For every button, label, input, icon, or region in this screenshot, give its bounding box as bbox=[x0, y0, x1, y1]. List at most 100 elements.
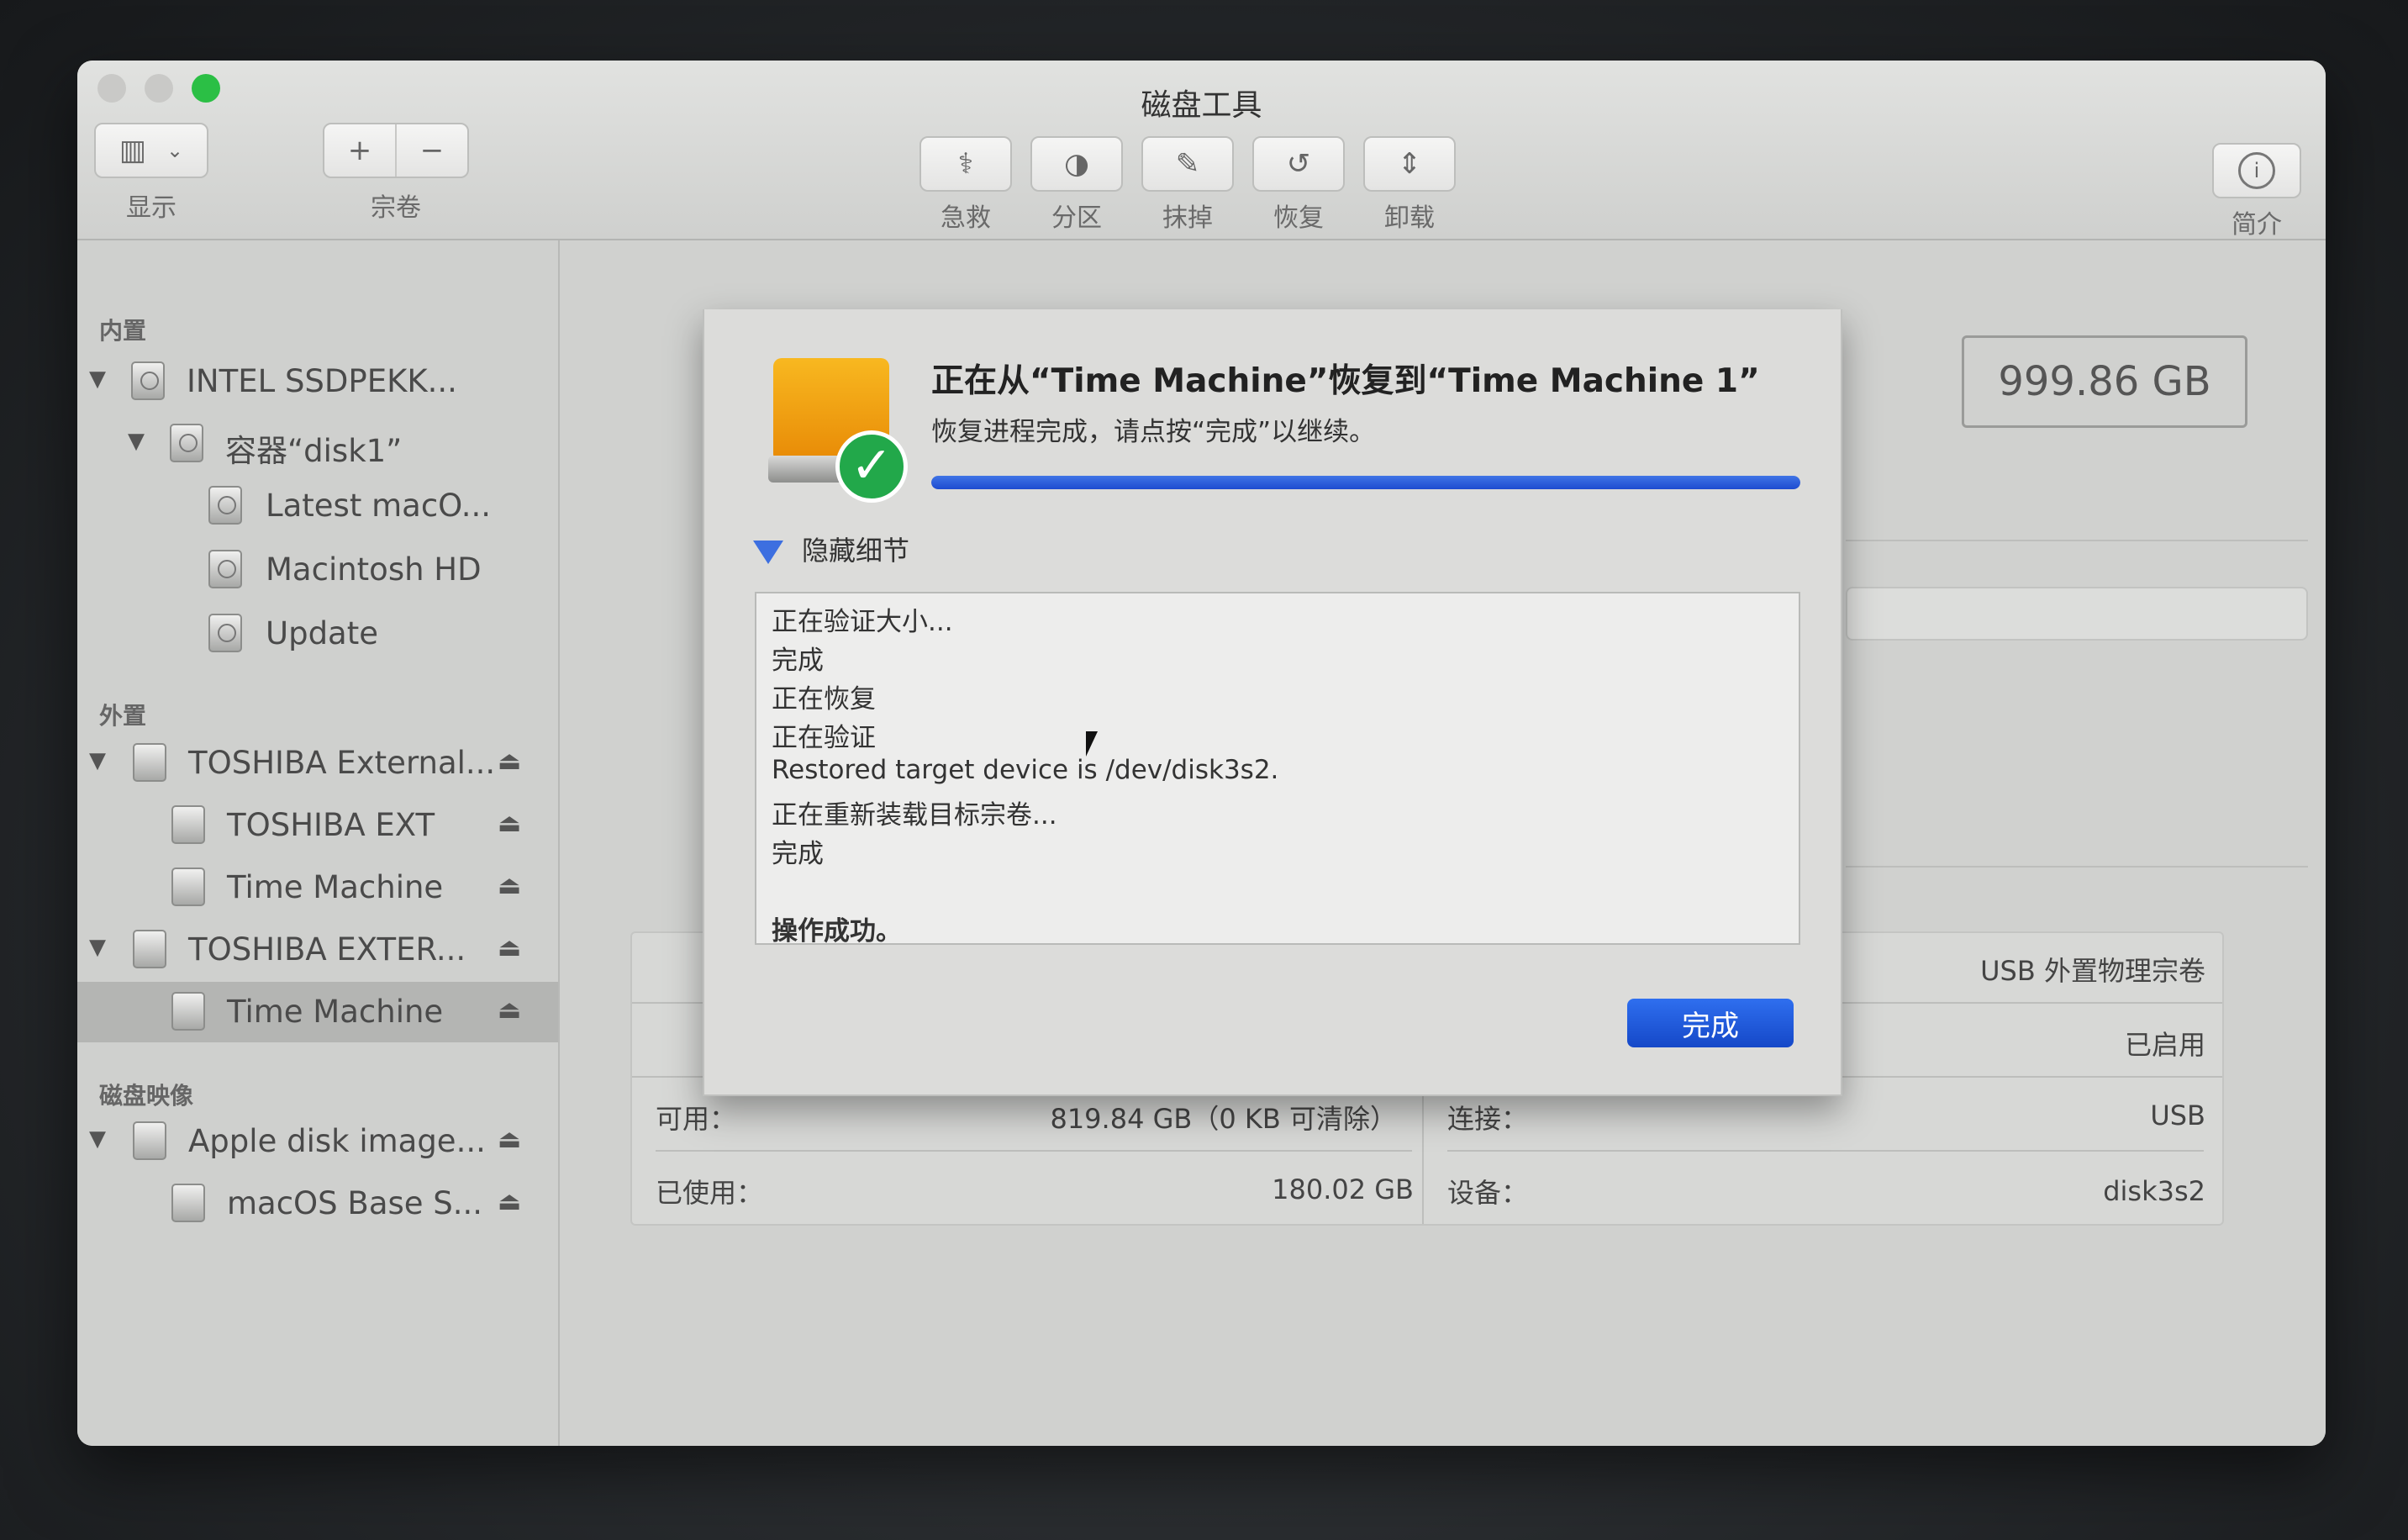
window-title: 磁盘工具 bbox=[1141, 88, 1262, 123]
sidebar-item-label: INTEL SSDPEKK... bbox=[187, 363, 457, 399]
add-volume-button[interactable]: + bbox=[324, 124, 395, 177]
mouse-cursor-icon bbox=[1086, 731, 1098, 757]
sheet-message: 恢复进程完成，请点按“完成”以继续。 bbox=[931, 417, 1376, 447]
sheet-title: 正在从“Time Machine”恢复到“Time Machine 1” bbox=[931, 362, 1760, 400]
row-divider bbox=[1447, 1150, 2204, 1152]
sidebar-item-container-disk1[interactable]: ▼ 容器“disk1” bbox=[77, 414, 558, 474]
chevron-down-icon: ⌄ bbox=[166, 139, 184, 162]
sidebar-toggle-icon: ▥ bbox=[119, 134, 146, 167]
internal-disk-icon bbox=[170, 424, 203, 462]
restore-button[interactable]: ↺ bbox=[1252, 136, 1345, 192]
section-external: 外置 bbox=[99, 702, 147, 730]
info-row-used: 已使用： 180.02 GB 设备： disk3s2 bbox=[632, 1155, 2222, 1222]
external-disk-icon bbox=[133, 930, 166, 968]
log-line: Restored target device is /dev/disk3s2. bbox=[772, 755, 1279, 785]
divider bbox=[1846, 866, 2308, 868]
unmount-button[interactable]: ⇕ bbox=[1363, 136, 1456, 192]
sidebar-item-time-machine-selected[interactable]: Time Machine ⏏ bbox=[77, 982, 558, 1042]
log-line: 正在重新装载目标宗卷... bbox=[772, 800, 1057, 831]
hide-details-toggle[interactable]: 隐藏细节 bbox=[753, 530, 909, 568]
external-disk-icon bbox=[171, 868, 205, 906]
volume-segmented-control: + − bbox=[323, 123, 469, 178]
owners-value: 已启用 bbox=[2124, 1029, 2205, 1061]
view-label: 显示 bbox=[126, 193, 177, 223]
sidebar-item-label: Time Machine bbox=[227, 869, 444, 905]
sidebar-item-label: Latest macO... bbox=[266, 488, 492, 524]
log-line: 完成 bbox=[772, 839, 824, 869]
internal-disk-icon bbox=[208, 614, 242, 652]
external-disk-icon bbox=[171, 992, 205, 1031]
volume-label: 宗卷 bbox=[371, 193, 421, 223]
sidebar-item-label: Apple disk image... bbox=[188, 1123, 486, 1159]
log-line-result: 操作成功。 bbox=[772, 916, 902, 945]
disclosure-triangle-icon[interactable]: ▼ bbox=[89, 1126, 106, 1152]
restore-icon: ↺ bbox=[1286, 147, 1311, 181]
available-value: 819.84 GB（0 KB 可清除） bbox=[1050, 1103, 1397, 1135]
sidebar-item-update[interactable]: Update bbox=[77, 604, 558, 664]
partition-icon: ◑ bbox=[1064, 147, 1089, 181]
erase-button[interactable]: ✎ bbox=[1141, 136, 1234, 192]
sidebar-item-apple-disk-image[interactable]: ▼ Apple disk image... ⏏ bbox=[77, 1111, 558, 1172]
sidebar-item-macintosh-hd[interactable]: Macintosh HD bbox=[77, 540, 558, 600]
log-textview[interactable]: 正在验证大小... 完成 正在恢复 正在验证 Restored target d… bbox=[755, 592, 1800, 945]
eject-icon[interactable]: ⏏ bbox=[498, 871, 521, 900]
eject-icon[interactable]: ⏏ bbox=[498, 995, 521, 1025]
disk-utility-window: 磁盘工具 ▥ ⌄ 显示 + − 宗卷 ⚕ 急救 ◑ 分区 ✎ 抹掉 ↺ 恢复 ⇕… bbox=[77, 61, 2326, 1446]
info-button[interactable]: i bbox=[2212, 143, 2301, 198]
section-disk-images: 磁盘映像 bbox=[99, 1082, 194, 1110]
sidebar-item-toshiba-external[interactable]: ▼ TOSHIBA External... ⏏ bbox=[77, 733, 558, 794]
usage-bar bbox=[1846, 587, 2308, 641]
external-disk-icon bbox=[171, 805, 205, 844]
sidebar-item-macos-base-system[interactable]: macOS Base S... ⏏ bbox=[77, 1173, 558, 1234]
sidebar-item-label: TOSHIBA EXT bbox=[227, 807, 435, 843]
restore-sheet: ✓ 正在从“Time Machine”恢复到“Time Machine 1” 恢… bbox=[703, 309, 1842, 1096]
erase-label: 抹掉 bbox=[1162, 203, 1213, 233]
partition-button[interactable]: ◑ bbox=[1030, 136, 1123, 192]
connection-value: USB bbox=[2150, 1100, 2205, 1131]
internal-disk-icon bbox=[131, 361, 165, 400]
eject-icon[interactable]: ⏏ bbox=[498, 809, 521, 838]
sidebar-item-toshiba-exter[interactable]: ▼ TOSHIBA EXTER... ⏏ bbox=[77, 920, 558, 980]
partition-label: 分区 bbox=[1051, 203, 1102, 233]
erase-icon: ✎ bbox=[1175, 147, 1200, 181]
sidebar-item-label: 容器“disk1” bbox=[225, 433, 403, 469]
available-key: 可用： bbox=[656, 1103, 737, 1135]
used-key: 已使用： bbox=[656, 1177, 764, 1209]
eject-icon[interactable]: ⏏ bbox=[498, 1187, 521, 1216]
view-button[interactable]: ▥ ⌄ bbox=[94, 123, 208, 178]
disclosure-down-icon bbox=[753, 541, 783, 564]
connection-key: 连接： bbox=[1447, 1103, 1529, 1135]
log-line: 正在恢复 bbox=[772, 684, 876, 715]
first-aid-label: 急救 bbox=[941, 203, 991, 233]
progress-fill bbox=[931, 476, 1800, 489]
disk-image-icon bbox=[133, 1121, 166, 1160]
disclosure-triangle-icon[interactable]: ▼ bbox=[89, 367, 106, 392]
done-button[interactable]: 完成 bbox=[1627, 999, 1794, 1047]
disclosure-triangle-icon[interactable]: ▼ bbox=[89, 748, 106, 773]
sidebar-item-toshiba-ext[interactable]: TOSHIBA EXT ⏏ bbox=[77, 795, 558, 856]
internal-disk-icon bbox=[208, 550, 242, 588]
remove-volume-button[interactable]: − bbox=[395, 124, 467, 177]
log-line: 完成 bbox=[772, 646, 824, 676]
first-aid-button[interactable]: ⚕ bbox=[919, 136, 1012, 192]
unmount-icon: ⇕ bbox=[1397, 147, 1422, 181]
sidebar-item-intel-ssd[interactable]: ▼ INTEL SSDPEKK... bbox=[77, 351, 558, 412]
sidebar: 内置 ▼ INTEL SSDPEKK... ▼ 容器“disk1” Latest… bbox=[77, 240, 560, 1446]
hide-details-label: 隐藏细节 bbox=[802, 535, 910, 567]
eject-icon[interactable]: ⏏ bbox=[498, 1125, 521, 1154]
toolbar: 磁盘工具 ▥ ⌄ 显示 + − 宗卷 ⚕ 急救 ◑ 分区 ✎ 抹掉 ↺ 恢复 ⇕… bbox=[77, 61, 2326, 240]
internal-disk-icon bbox=[208, 486, 242, 525]
divider bbox=[1846, 540, 2308, 541]
info-label: 简介 bbox=[2231, 210, 2282, 240]
eject-icon[interactable]: ⏏ bbox=[498, 746, 521, 776]
disclosure-triangle-icon[interactable]: ▼ bbox=[128, 429, 145, 454]
eject-icon[interactable]: ⏏ bbox=[498, 933, 521, 962]
stethoscope-icon: ⚕ bbox=[957, 147, 974, 181]
sidebar-item-time-machine[interactable]: Time Machine ⏏ bbox=[77, 857, 558, 918]
disclosure-triangle-icon[interactable]: ▼ bbox=[89, 935, 106, 960]
sidebar-item-label: macOS Base S... bbox=[227, 1185, 483, 1221]
device-value: disk3s2 bbox=[2103, 1175, 2205, 1207]
sidebar-item-label: Time Machine bbox=[227, 994, 444, 1030]
external-disk-icon bbox=[133, 743, 166, 782]
sidebar-item-latest-macos[interactable]: Latest macO... bbox=[77, 476, 558, 536]
